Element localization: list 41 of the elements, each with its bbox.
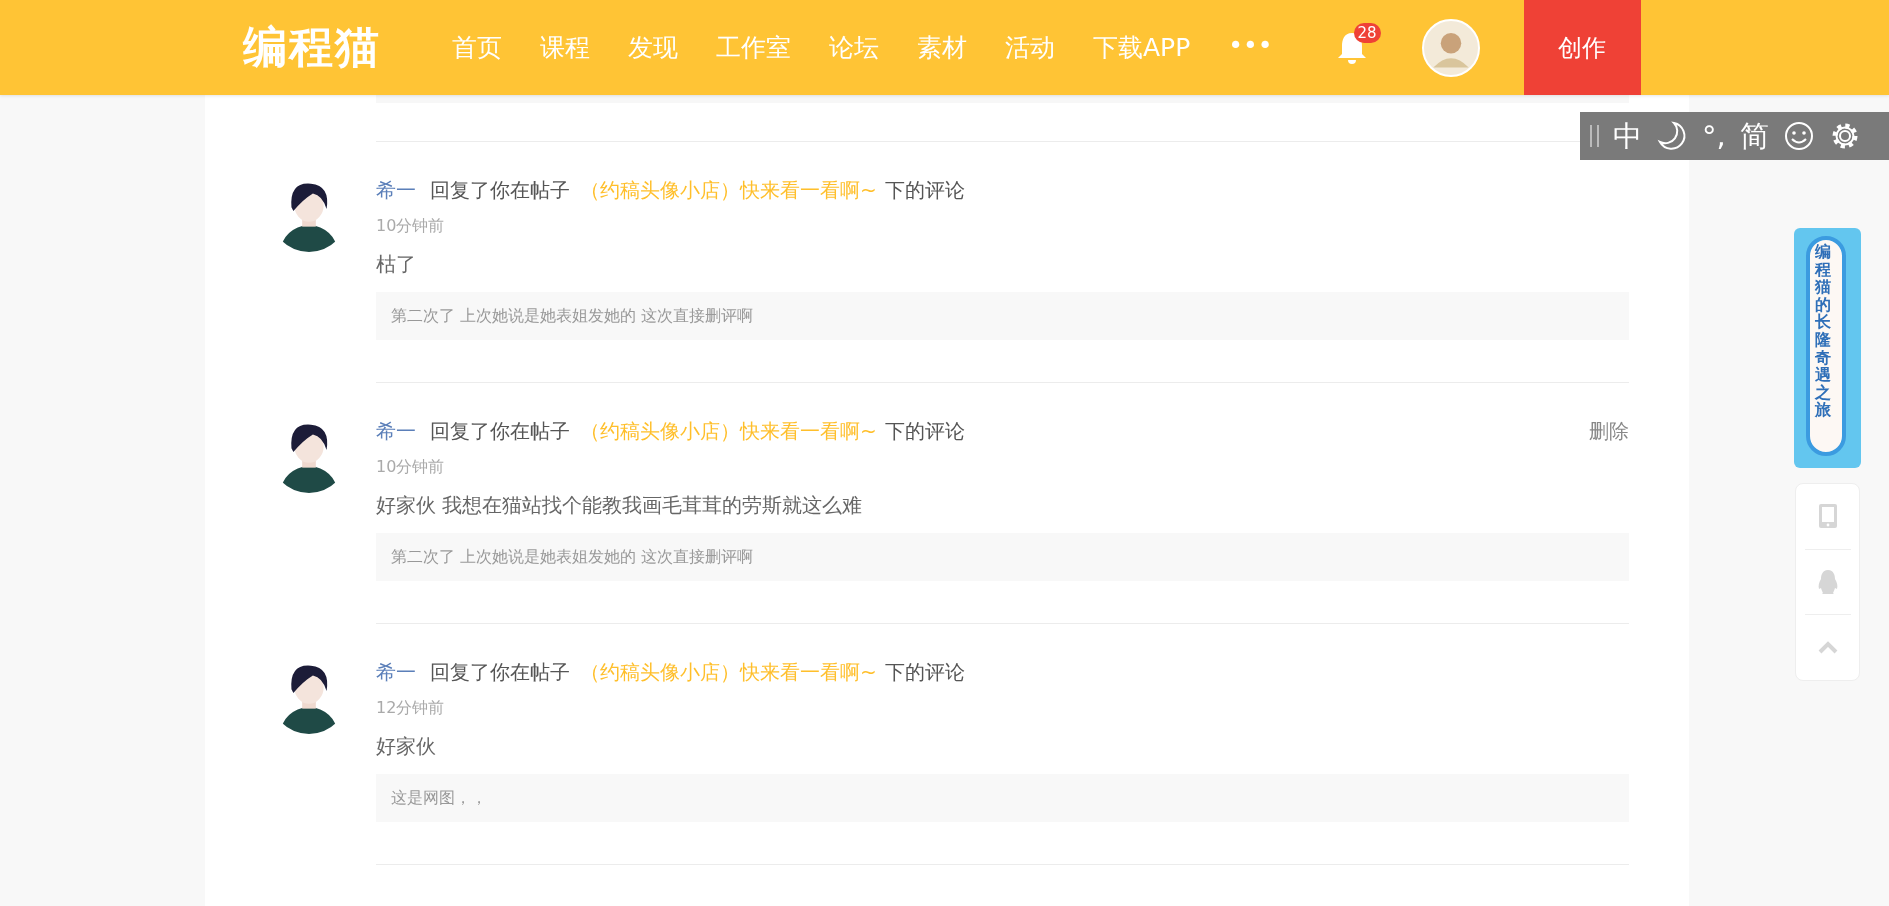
- nav-link[interactable]: •••: [1209, 31, 1292, 64]
- timestamp: 10分钟前: [376, 215, 446, 237]
- notification-badge: 28: [1353, 22, 1381, 43]
- toolbar-button[interactable]: 中: [1613, 121, 1642, 151]
- nav-link[interactable]: 论坛: [810, 31, 898, 64]
- timestamp: 12分钟前: [376, 697, 446, 719]
- post-link[interactable]: （约稿头像小店）快来看一看啊~: [580, 417, 877, 445]
- reply-text: 好家伙: [376, 733, 437, 760]
- post-link[interactable]: （约稿头像小店）快来看一看啊~: [580, 658, 877, 686]
- create-button[interactable]: 创作: [1523, 0, 1641, 95]
- user-link[interactable]: 希一: [376, 658, 416, 686]
- logo[interactable]: 编程猫: [243, 18, 433, 77]
- reply-text: 好家伙 我想在猫站找个能教我画毛茸茸的劳斯就这么难: [376, 492, 864, 519]
- reply-action: 回复了你在帖子: [430, 659, 570, 686]
- quoted-comment: 这是网图，，: [376, 774, 1629, 822]
- quoted-comment: 第二次了 上次她说是她表姐发她的 这次直接删评啊: [376, 533, 1629, 581]
- nav-link[interactable]: 发现: [609, 31, 697, 64]
- reply-action: 回复了你在帖子: [430, 418, 570, 445]
- post-link[interactable]: （约稿头像小店）快来看一看啊~: [580, 176, 877, 204]
- timestamp: 10分钟前: [376, 456, 446, 478]
- nav-link[interactable]: 素材: [898, 31, 986, 64]
- promo-banner[interactable]: 编程猫的长隆奇遇之旅: [1794, 228, 1861, 468]
- nav-link[interactable]: 课程: [521, 31, 609, 64]
- reply-suffix: 下的评论: [884, 418, 965, 445]
- reply-action: 回复了你在帖子: [430, 177, 570, 204]
- quoted-comment: 第二次了 上次她说是她表姐发她的 这次直接删评啊: [376, 292, 1629, 340]
- smiley-icon[interactable]: [1782, 120, 1815, 152]
- reply-suffix: 下的评论: [884, 659, 965, 686]
- toolbar-button[interactable]: 简: [1739, 121, 1769, 151]
- reply-text: 枯了: [376, 251, 417, 278]
- reply-suffix: 下的评论: [884, 177, 965, 204]
- moon-icon[interactable]: [1656, 120, 1688, 152]
- user-link[interactable]: 希一: [376, 417, 416, 445]
- user-link[interactable]: 希一: [376, 176, 416, 204]
- nav-link[interactable]: 工作室: [697, 31, 810, 64]
- drag-handle[interactable]: [1590, 125, 1599, 147]
- toolbar-button[interactable]: °,: [1702, 121, 1726, 151]
- nav-link[interactable]: 下载APP: [1074, 31, 1210, 64]
- nav-link[interactable]: 首页: [433, 31, 521, 64]
- nav-link[interactable]: 活动: [986, 31, 1074, 64]
- delete-button[interactable]: 删除: [1589, 417, 1629, 445]
